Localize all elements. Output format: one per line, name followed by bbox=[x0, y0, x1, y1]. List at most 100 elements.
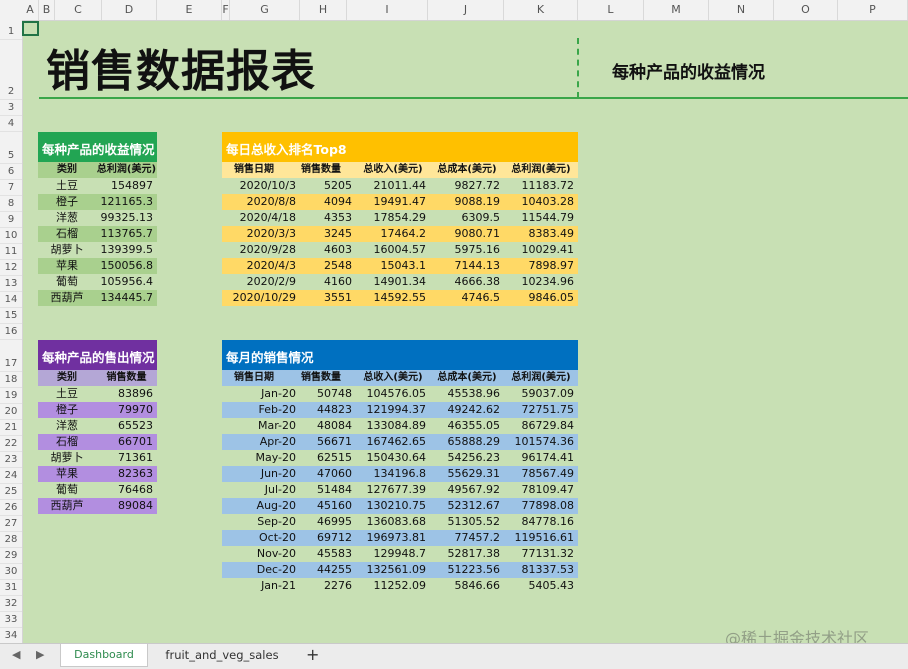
table-cell[interactable]: Mar-20 bbox=[222, 418, 300, 434]
row-header-22[interactable]: 22 bbox=[0, 436, 22, 452]
column-header-c[interactable]: C bbox=[55, 0, 102, 20]
table-cell[interactable]: 15043.1 bbox=[356, 258, 430, 274]
table-cell[interactable]: 11252.09 bbox=[356, 578, 430, 594]
table-cell[interactable]: 7144.13 bbox=[430, 258, 504, 274]
column-header-f[interactable]: F bbox=[222, 0, 230, 20]
table-cell[interactable]: 2020/2/9 bbox=[222, 274, 300, 290]
table-cell[interactable]: 48084 bbox=[300, 418, 356, 434]
table-cell[interactable]: 101574.36 bbox=[504, 434, 578, 450]
table-cell[interactable]: Sep-20 bbox=[222, 514, 300, 530]
table-cell[interactable]: 西葫芦 bbox=[38, 290, 96, 306]
table-cell[interactable]: Dec-20 bbox=[222, 562, 300, 578]
column-header-p[interactable]: P bbox=[838, 0, 908, 20]
table-cell[interactable]: Apr-20 bbox=[222, 434, 300, 450]
table-cell[interactable]: 4353 bbox=[300, 210, 356, 226]
table-cell[interactable]: 葡萄 bbox=[38, 274, 96, 290]
column-header-b[interactable]: B bbox=[39, 0, 55, 20]
table-cell[interactable]: 134196.8 bbox=[356, 466, 430, 482]
table-cell[interactable]: 2276 bbox=[300, 578, 356, 594]
table-cell[interactable]: 土豆 bbox=[38, 386, 96, 402]
table-cell[interactable]: 113765.7 bbox=[96, 226, 157, 242]
table-cell[interactable]: 2020/4/18 bbox=[222, 210, 300, 226]
table-cell[interactable]: 3551 bbox=[300, 290, 356, 306]
table-cell[interactable]: 150430.64 bbox=[356, 450, 430, 466]
table-cell[interactable]: 51305.52 bbox=[430, 514, 504, 530]
row-header-2[interactable]: 2 bbox=[0, 40, 22, 100]
row-header-28[interactable]: 28 bbox=[0, 532, 22, 548]
table-cell[interactable]: 2020/10/29 bbox=[222, 290, 300, 306]
table-cell[interactable]: 96174.41 bbox=[504, 450, 578, 466]
table-cell[interactable]: Jan-20 bbox=[222, 386, 300, 402]
table-cell[interactable]: 78567.49 bbox=[504, 466, 578, 482]
table-cell[interactable]: 2020/3/3 bbox=[222, 226, 300, 242]
table-cell[interactable]: 127677.39 bbox=[356, 482, 430, 498]
column-header-h[interactable]: H bbox=[300, 0, 347, 20]
row-header-19[interactable]: 19 bbox=[0, 388, 22, 404]
row-header-6[interactable]: 6 bbox=[0, 164, 22, 180]
row-header-13[interactable]: 13 bbox=[0, 276, 22, 292]
table-cell[interactable]: 8383.49 bbox=[504, 226, 578, 242]
table-cell[interactable]: Nov-20 bbox=[222, 546, 300, 562]
table-cell[interactable]: 2020/8/8 bbox=[222, 194, 300, 210]
table-cell[interactable]: 77131.32 bbox=[504, 546, 578, 562]
row-header-30[interactable]: 30 bbox=[0, 564, 22, 580]
table-cell[interactable]: 134445.7 bbox=[96, 290, 157, 306]
spreadsheet-grid[interactable]: ABCDEFGHIJKLMNOP 1 2 3 4 5 6 7 8 9 10 11 12 13 14 15 16… bbox=[0, 0, 908, 643]
row-header-33[interactable]: 33 bbox=[0, 612, 22, 628]
row-header-27[interactable]: 27 bbox=[0, 516, 22, 532]
prev-sheet-icon[interactable]: ◀ bbox=[12, 648, 20, 661]
row-header-11[interactable]: 11 bbox=[0, 244, 22, 260]
table-cell[interactable]: 55629.31 bbox=[430, 466, 504, 482]
column-header-n[interactable]: N bbox=[709, 0, 774, 20]
row-header-24[interactable]: 24 bbox=[0, 468, 22, 484]
row-header-9[interactable]: 9 bbox=[0, 212, 22, 228]
table-cell[interactable]: 66701 bbox=[96, 434, 157, 450]
table-cell[interactable]: 9827.72 bbox=[430, 178, 504, 194]
tab-fruit-and-veg-sales[interactable]: fruit_and_veg_sales bbox=[156, 644, 288, 666]
row-header-3[interactable]: 3 bbox=[0, 100, 22, 116]
table-cell[interactable]: 77457.2 bbox=[430, 530, 504, 546]
table-cell[interactable]: 橙子 bbox=[38, 402, 96, 418]
table-cell[interactable]: 132561.09 bbox=[356, 562, 430, 578]
table-cell[interactable]: 83896 bbox=[96, 386, 157, 402]
table-cell[interactable]: 78109.47 bbox=[504, 482, 578, 498]
table-cell[interactable]: 167462.65 bbox=[356, 434, 430, 450]
table-cell[interactable]: 84778.16 bbox=[504, 514, 578, 530]
table-cell[interactable]: 49242.62 bbox=[430, 402, 504, 418]
table-cell[interactable]: 西葫芦 bbox=[38, 498, 96, 514]
table-cell[interactable]: 4603 bbox=[300, 242, 356, 258]
table-cell[interactable]: 52817.38 bbox=[430, 546, 504, 562]
table-cell[interactable]: 21011.44 bbox=[356, 178, 430, 194]
table-cell[interactable]: 82363 bbox=[96, 466, 157, 482]
row-header-16[interactable]: 16 bbox=[0, 324, 22, 340]
table-cell[interactable]: 45583 bbox=[300, 546, 356, 562]
row-header-4[interactable]: 4 bbox=[0, 116, 22, 132]
table-cell[interactable]: 76468 bbox=[96, 482, 157, 498]
table-cell[interactable]: 10234.96 bbox=[504, 274, 578, 290]
table-cell[interactable]: 51484 bbox=[300, 482, 356, 498]
column-header-i[interactable]: I bbox=[347, 0, 428, 20]
table-cell[interactable]: 石榴 bbox=[38, 226, 96, 242]
table-cell[interactable]: 104576.05 bbox=[356, 386, 430, 402]
table-cell[interactable]: 6309.5 bbox=[430, 210, 504, 226]
row-header-5[interactable]: 5 bbox=[0, 132, 22, 164]
table-cell[interactable]: 44255 bbox=[300, 562, 356, 578]
table-cell[interactable]: 洋葱 bbox=[38, 210, 96, 226]
table-cell[interactable]: 4160 bbox=[300, 274, 356, 290]
table-cell[interactable]: 4746.5 bbox=[430, 290, 504, 306]
table-cell[interactable]: 石榴 bbox=[38, 434, 96, 450]
table-cell[interactable]: 17464.2 bbox=[356, 226, 430, 242]
row-header-8[interactable]: 8 bbox=[0, 196, 22, 212]
table-cell[interactable]: 5975.16 bbox=[430, 242, 504, 258]
table-cell[interactable]: 56671 bbox=[300, 434, 356, 450]
row-header-14[interactable]: 14 bbox=[0, 292, 22, 308]
column-header-k[interactable]: K bbox=[504, 0, 578, 20]
table-cell[interactable]: 14901.34 bbox=[356, 274, 430, 290]
table-cell[interactable]: 葡萄 bbox=[38, 482, 96, 498]
add-sheet-button[interactable]: + bbox=[306, 644, 320, 666]
table-cell[interactable]: 44823 bbox=[300, 402, 356, 418]
column-header-o[interactable]: O bbox=[774, 0, 838, 20]
table-cell[interactable]: 139399.5 bbox=[96, 242, 157, 258]
table-cell[interactable]: 苹果 bbox=[38, 466, 96, 482]
row-header-32[interactable]: 32 bbox=[0, 596, 22, 612]
